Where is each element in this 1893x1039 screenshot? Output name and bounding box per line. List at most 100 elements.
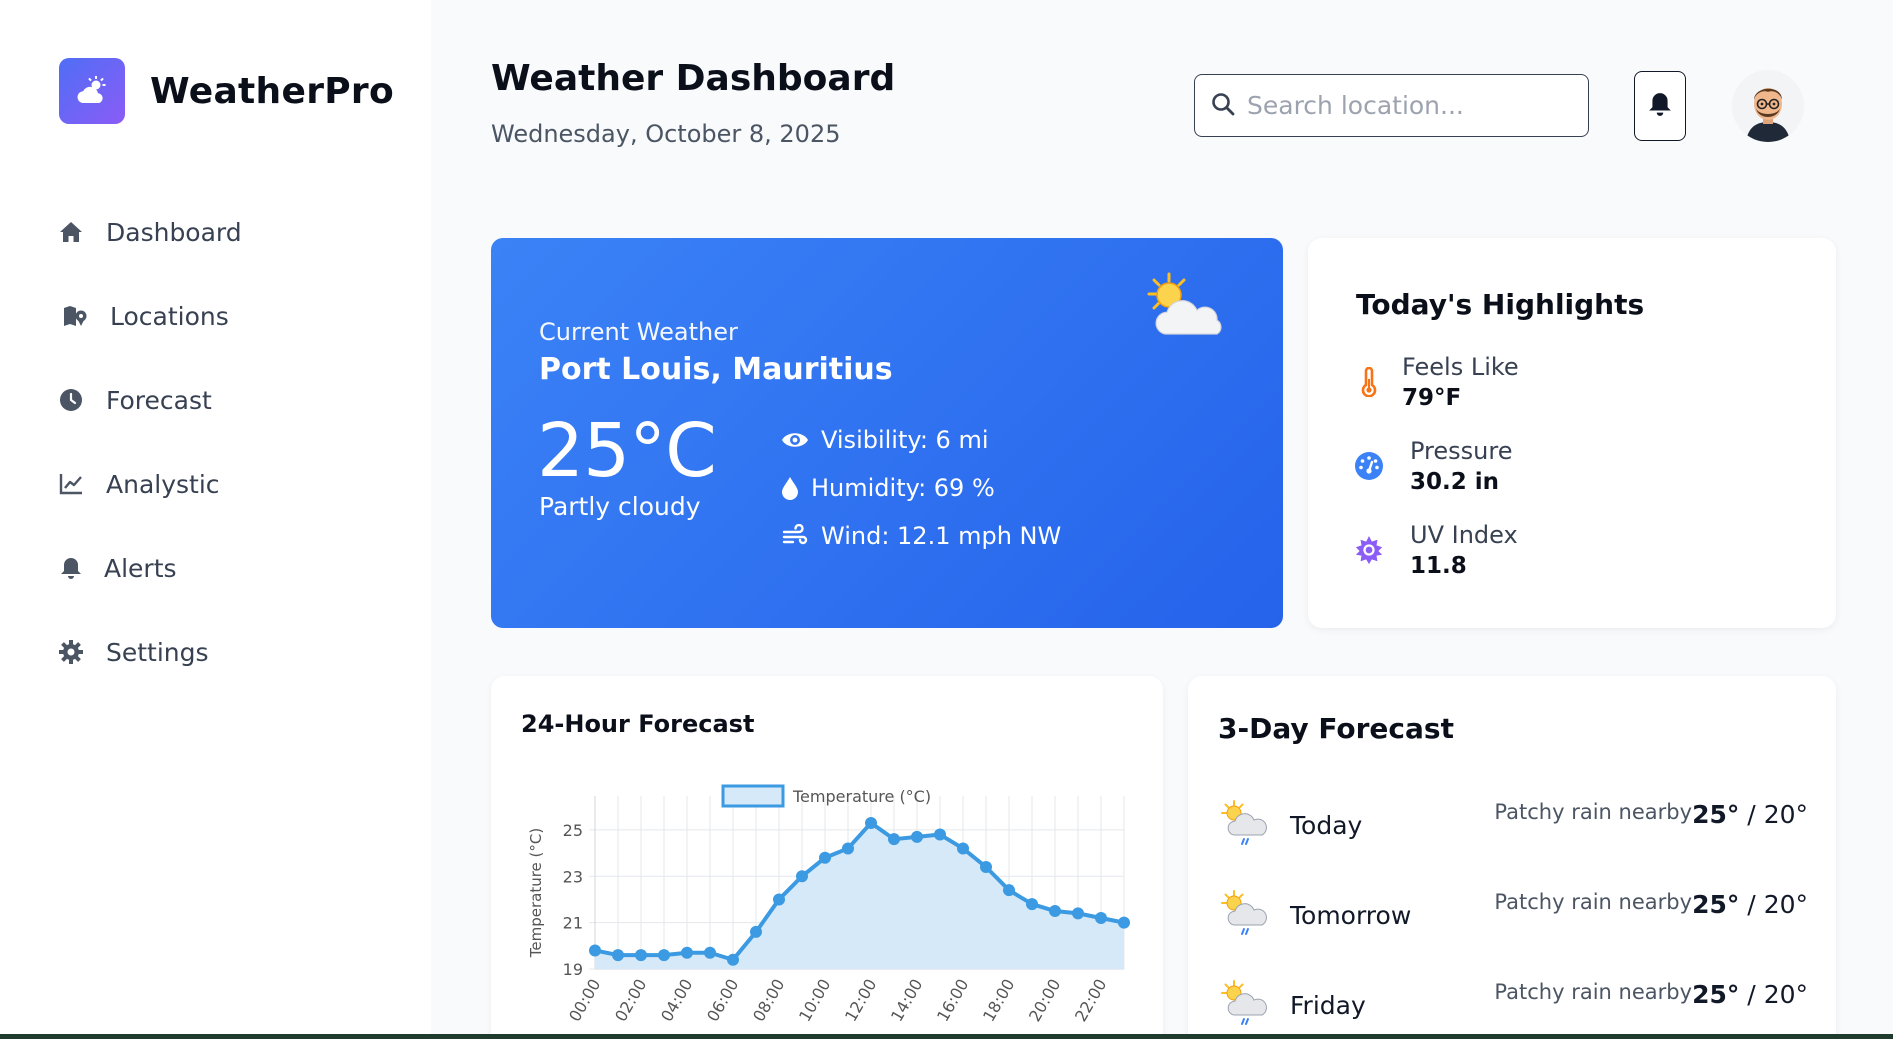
data-point <box>704 946 716 959</box>
humidity-value: Humidity: 69 % <box>811 474 995 502</box>
current-stats: Visibility: 6 mi Humidity: 69 % Wind: 12… <box>781 416 1061 560</box>
forecast-day-row[interactable]: Today Patchy rain nearby 25° / 20° <box>1218 780 1808 870</box>
sidebar-item-settings[interactable]: Settings <box>58 610 242 694</box>
highlight-name: UV Index <box>1410 521 1518 549</box>
home-icon <box>58 219 84 245</box>
sidebar-item-locations[interactable]: Locations <box>58 274 242 358</box>
sidebar-item-label: Locations <box>110 301 229 331</box>
data-point <box>727 953 739 966</box>
data-point <box>911 830 923 843</box>
legend-swatch <box>721 784 785 808</box>
data-point <box>865 816 877 829</box>
sidebar-item-alerts[interactable]: Alerts <box>58 526 242 610</box>
cloud-sun-icon <box>59 58 125 124</box>
forecast-high: 25° <box>1692 800 1740 829</box>
page-title: Weather Dashboard <box>491 58 896 99</box>
uv-index-item: UV Index 11.8 <box>1354 508 1519 592</box>
forecast-low: 20° <box>1763 800 1808 829</box>
x-tick-label: 20:00 <box>1025 976 1065 1025</box>
search-input[interactable] <box>1247 91 1567 120</box>
pressure-item: Pressure 30.2 in <box>1354 424 1519 508</box>
forecast-day-condition: Patchy rain nearby <box>1494 980 1692 1004</box>
sun-rain-cloud-icon <box>1218 797 1274 853</box>
highlight-name: Feels Like <box>1402 353 1519 381</box>
highlights-card: Today's Highlights Feels Like 79°F Press… <box>1308 238 1836 628</box>
data-point <box>1072 907 1084 920</box>
brand[interactable]: WeatherPro <box>59 58 394 124</box>
sidebar-item-label: Forecast <box>106 385 212 415</box>
sidebar-item-label: Analystic <box>106 469 220 499</box>
data-point <box>612 949 624 962</box>
current-city: Port Louis, Mauritius <box>539 352 893 387</box>
hourly-forecast-card: 24-Hour Forecast 19 21 23 25 Temperature (°C… <box>491 676 1163 1039</box>
forecast-day-temp: 25° / 20° <box>1692 800 1808 829</box>
sun-icon <box>1354 534 1384 566</box>
highlight-value: 79°F <box>1402 385 1462 411</box>
forecast-day-condition: Patchy rain nearby <box>1494 800 1692 824</box>
highlight-value: 30.2 in <box>1410 469 1500 495</box>
data-point <box>980 861 992 873</box>
feels-like-item: Feels Like 79°F <box>1354 340 1519 424</box>
data-point <box>658 949 670 962</box>
data-point <box>934 828 946 841</box>
data-point <box>1049 905 1061 918</box>
wind-stat: Wind: 12.1 mph NW <box>781 512 1061 560</box>
notifications-button[interactable] <box>1634 71 1686 141</box>
data-point <box>635 949 647 962</box>
x-tick-label: 02:00 <box>611 976 651 1025</box>
partly-cloudy-icon <box>1141 272 1227 342</box>
series-area <box>595 822 1124 969</box>
page-date: Wednesday, October 8, 2025 <box>491 120 841 148</box>
data-point <box>888 833 900 846</box>
gauge-icon <box>1354 451 1384 481</box>
forecast-day-row[interactable]: Tomorrow Patchy rain nearby 25° / 20° <box>1218 870 1808 960</box>
search-box[interactable] <box>1194 74 1589 137</box>
eye-icon <box>781 430 809 450</box>
current-temperature: 25°C <box>537 408 717 494</box>
highlight-value: 11.8 <box>1410 553 1467 579</box>
forecast-day-row[interactable]: Friday Patchy rain nearby 25° / 20° <box>1218 960 1808 1039</box>
highlight-name: Pressure <box>1410 437 1513 465</box>
forecast-day-temp: 25° / 20° <box>1692 980 1808 1009</box>
current-weather-label: Current Weather <box>539 318 738 346</box>
sidebar-nav: Dashboard Locations Forecast Analystic A… <box>58 190 242 694</box>
forecast-day-temp: 25° / 20° <box>1692 890 1808 919</box>
daily-forecast-list: Today Patchy rain nearby 25° / 20° Tomor… <box>1218 780 1808 1039</box>
current-weather-card: Current Weather Port Louis, Mauritius 25… <box>491 238 1283 628</box>
x-tick-label: 10:00 <box>795 976 835 1025</box>
data-point <box>1118 916 1130 929</box>
bell-icon <box>1648 91 1672 121</box>
current-condition: Partly cloudy <box>539 492 701 521</box>
x-tick-label: 16:00 <box>933 976 973 1025</box>
x-tick-label: 22:00 <box>1071 976 1111 1025</box>
chart-line-icon <box>58 471 84 497</box>
data-point <box>842 842 854 855</box>
forecast-high: 25° <box>1692 980 1740 1009</box>
data-point <box>750 925 762 938</box>
brand-name: WeatherPro <box>150 70 395 112</box>
visibility-value: Visibility: 6 mi <box>821 426 989 454</box>
map-pin-icon <box>62 303 88 329</box>
daily-forecast-title: 3-Day Forecast <box>1218 712 1454 745</box>
sidebar-item-analystic[interactable]: Analystic <box>58 442 242 526</box>
x-tick-label: 08:00 <box>749 976 789 1025</box>
sidebar: WeatherPro Dashboard Locations Forecast … <box>0 0 431 1039</box>
x-tick-label: 12:00 <box>841 976 881 1025</box>
data-point <box>1003 884 1015 897</box>
x-tick-label: 00:00 <box>565 976 605 1025</box>
x-tick-label: 14:00 <box>887 976 927 1025</box>
y-tick-label: 25 <box>563 821 583 840</box>
data-point <box>773 893 785 906</box>
sidebar-item-label: Settings <box>106 637 209 667</box>
x-tick-label: 04:00 <box>657 976 697 1025</box>
data-point <box>1095 912 1107 924</box>
x-tick-label: 18:00 <box>979 976 1019 1025</box>
forecast-day-name: Tomorrow <box>1290 900 1412 930</box>
sidebar-item-dashboard[interactable]: Dashboard <box>58 190 242 274</box>
highlights-list: Feels Like 79°F Pressure 30.2 in UV Inde… <box>1354 340 1519 592</box>
sidebar-item-forecast[interactable]: Forecast <box>58 358 242 442</box>
thermometer-icon <box>1354 367 1384 397</box>
y-tick-label: 21 <box>563 914 583 933</box>
bell-icon <box>58 555 84 581</box>
avatar[interactable] <box>1732 70 1804 142</box>
